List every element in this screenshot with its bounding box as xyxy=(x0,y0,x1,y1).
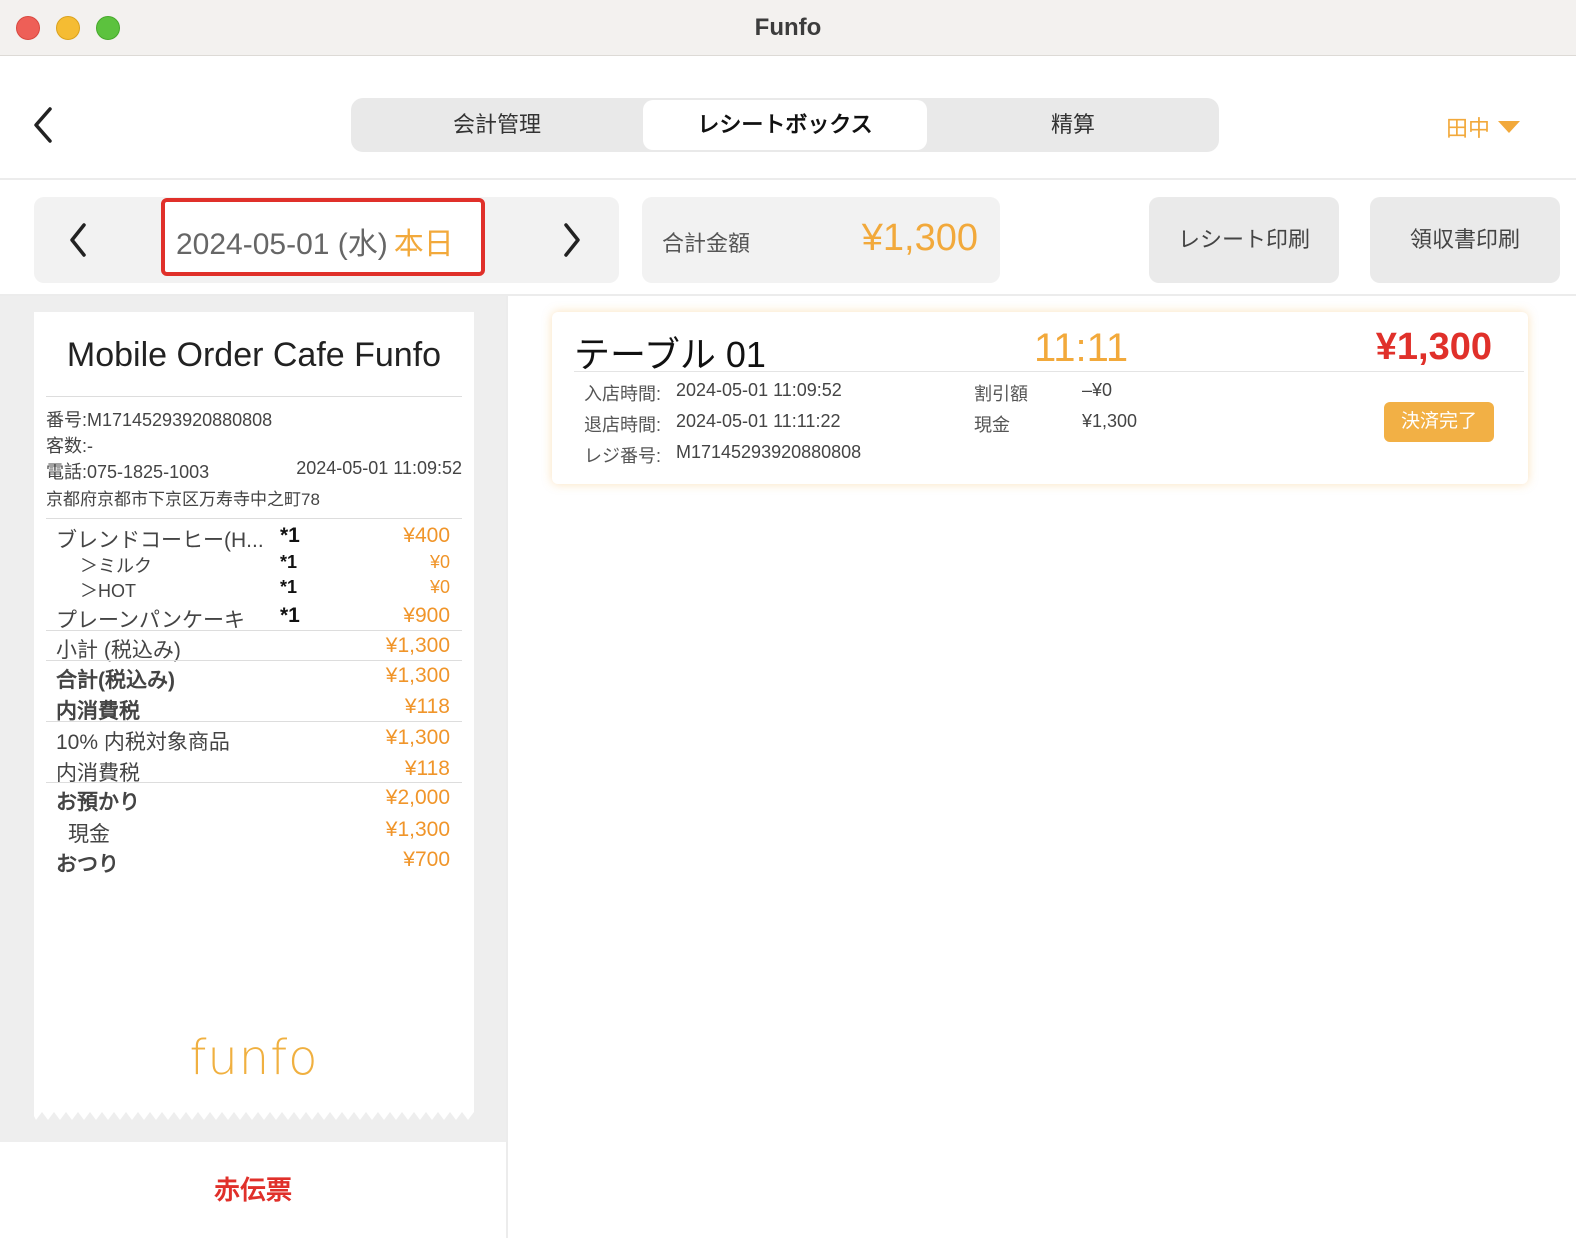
segmented-control: 会計管理 レシートボックス 精算 xyxy=(351,98,1219,152)
cash-value: ¥1,300 xyxy=(385,818,450,841)
option-name: ＞ミルク xyxy=(80,556,152,576)
item-qty: *1 xyxy=(280,524,300,547)
cash-label: 現金 xyxy=(68,823,110,846)
cash-value: ¥1,300 xyxy=(1082,411,1138,431)
app-window: Funfo 会計管理 レシートボックス 精算 田中 2024-05-01 (水)… xyxy=(0,0,1576,1238)
user-name: 田中 xyxy=(1445,116,1490,141)
tab-accounting[interactable]: 会計管理 xyxy=(351,98,643,152)
receipt-divider xyxy=(46,630,462,631)
next-day-button[interactable] xyxy=(556,219,588,261)
today-label: 本日 xyxy=(393,228,454,261)
cash-label: 現金 xyxy=(974,415,1010,435)
receipt-footer: 赤伝票 xyxy=(0,1142,506,1238)
receipt-item: ブレンドコーヒー(H... *1 ¥400 xyxy=(56,524,450,552)
tab-settlement[interactable]: 精算 xyxy=(927,98,1219,152)
caret-down-icon xyxy=(1498,121,1520,133)
tax10-items-label: 10% 内税対象商品 xyxy=(56,731,230,754)
window-title: Funfo xyxy=(754,14,822,41)
receipt-torn-edge xyxy=(34,1108,474,1120)
chevron-right-icon xyxy=(564,223,580,257)
tax-value: ¥118 xyxy=(404,695,450,718)
item-price: ¥400 xyxy=(403,524,450,547)
deposit-label: お預かり xyxy=(56,791,140,814)
receipt-panel: Mobile Order Cafe Funfo 番号:M171452939208… xyxy=(0,296,506,1142)
total-amount-label: 合計金額 xyxy=(662,231,751,256)
subtotal-value: ¥1,300 xyxy=(385,634,450,657)
item-name: ブレンドコーヒー(H... xyxy=(56,529,264,552)
exit-time-label: 退店時間: xyxy=(584,415,662,435)
receipt-option: ＞HOT *1 ¥0 xyxy=(56,577,450,603)
receipt-divider xyxy=(46,518,462,519)
order-time: 11:11 xyxy=(1034,326,1129,370)
entry-time-label: 入店時間: xyxy=(584,384,662,404)
receipt-preview: Mobile Order Cafe Funfo 番号:M171452939208… xyxy=(34,312,474,1108)
receipt-number: 番号:M17145293920880808 xyxy=(46,410,273,430)
total-value: ¥1,300 xyxy=(385,664,450,687)
exit-time-value: 2024-05-01 11:11:22 xyxy=(676,411,841,431)
payment-complete-badge: 決済完了 xyxy=(1384,402,1494,442)
guest-count: 客数:- xyxy=(46,436,93,456)
tax10-row: 内消費税 ¥118 xyxy=(56,757,450,785)
order-card[interactable]: テーブル 01 11:11 ¥1,300 入店時間: 2024-05-01 11… xyxy=(552,312,1528,484)
deposit-row: お預かり ¥2,000 xyxy=(56,786,450,814)
option-price: ¥0 xyxy=(429,577,450,597)
date-value: 2024-05-01 (水) xyxy=(176,228,388,261)
tab-receipt-box[interactable]: レシートボックス xyxy=(643,100,927,150)
store-address: 京都府京都市下京区万寿寺中之町78 xyxy=(46,490,320,509)
discount-label: 割引額 xyxy=(974,384,1028,404)
option-qty: *1 xyxy=(280,552,298,572)
chevron-left-icon xyxy=(34,107,52,143)
discount-value: –¥0 xyxy=(1082,380,1113,400)
previous-day-button[interactable] xyxy=(62,219,94,261)
order-amount: ¥1,300 xyxy=(1375,326,1492,368)
option-name: ＞HOT xyxy=(80,581,136,601)
entry-time-value: 2024-05-01 11:09:52 xyxy=(676,380,842,400)
change-row: おつり ¥700 xyxy=(56,848,450,876)
chevron-left-icon xyxy=(70,223,86,257)
receipt-divider xyxy=(46,721,462,722)
tax10-items-value: ¥1,300 xyxy=(385,726,450,749)
receipt-item: プレーンパンケーキ *1 ¥900 xyxy=(56,604,450,632)
user-dropdown[interactable]: 田中 xyxy=(1446,111,1520,143)
print-invoice-button[interactable]: 領収書印刷 xyxy=(1370,197,1560,283)
receipt-datetime: 2024-05-01 11:09:52 xyxy=(296,458,462,478)
top-nav: 会計管理 レシートボックス 精算 田中 xyxy=(0,57,1576,180)
back-button[interactable] xyxy=(28,105,60,145)
print-receipt-button[interactable]: レシート印刷 xyxy=(1149,197,1339,283)
receipt-divider xyxy=(46,782,462,783)
store-name: Mobile Order Cafe Funfo xyxy=(66,336,442,374)
item-price: ¥900 xyxy=(403,604,450,627)
tax-row: 内消費税 ¥118 xyxy=(56,695,450,723)
subtotal-row: 小計 (税込み) ¥1,300 xyxy=(56,634,450,662)
date-navigator: 2024-05-01 (水) 本日 xyxy=(34,197,619,283)
item-qty: *1 xyxy=(280,604,300,627)
red-slip-button[interactable]: 赤伝票 xyxy=(0,1170,506,1207)
change-value: ¥700 xyxy=(403,848,450,871)
register-number-label: レジ番号: xyxy=(584,446,662,466)
store-phone: 電話:075-1825-1003 xyxy=(46,462,210,482)
tax10-value: ¥118 xyxy=(404,757,450,780)
receipt-divider xyxy=(46,660,462,661)
change-label: おつり xyxy=(56,853,119,876)
vertical-divider xyxy=(506,296,508,1238)
funfo-logo: funfo xyxy=(189,1030,319,1086)
current-date[interactable]: 2024-05-01 (水) 本日 xyxy=(176,219,454,263)
title-bar: Funfo xyxy=(0,0,1576,56)
option-qty: *1 xyxy=(280,577,298,597)
option-price: ¥0 xyxy=(429,552,450,572)
cash-row: 現金 ¥1,300 xyxy=(56,818,450,846)
card-divider xyxy=(574,371,1524,372)
total-label: 合計(税込み) xyxy=(56,669,175,692)
receipt-divider xyxy=(46,396,462,397)
tax10-items-row: 10% 内税対象商品 ¥1,300 xyxy=(56,726,450,754)
register-number-value: M17145293920880808 xyxy=(676,442,862,462)
receipt-option: ＞ミルク *1 ¥0 xyxy=(56,552,450,578)
total-row: 合計(税込み) ¥1,300 xyxy=(56,664,450,692)
total-amount-value: ¥1,300 xyxy=(861,217,978,259)
total-amount-box: 合計金額 ¥1,300 xyxy=(642,197,1000,283)
deposit-value: ¥2,000 xyxy=(385,786,450,809)
